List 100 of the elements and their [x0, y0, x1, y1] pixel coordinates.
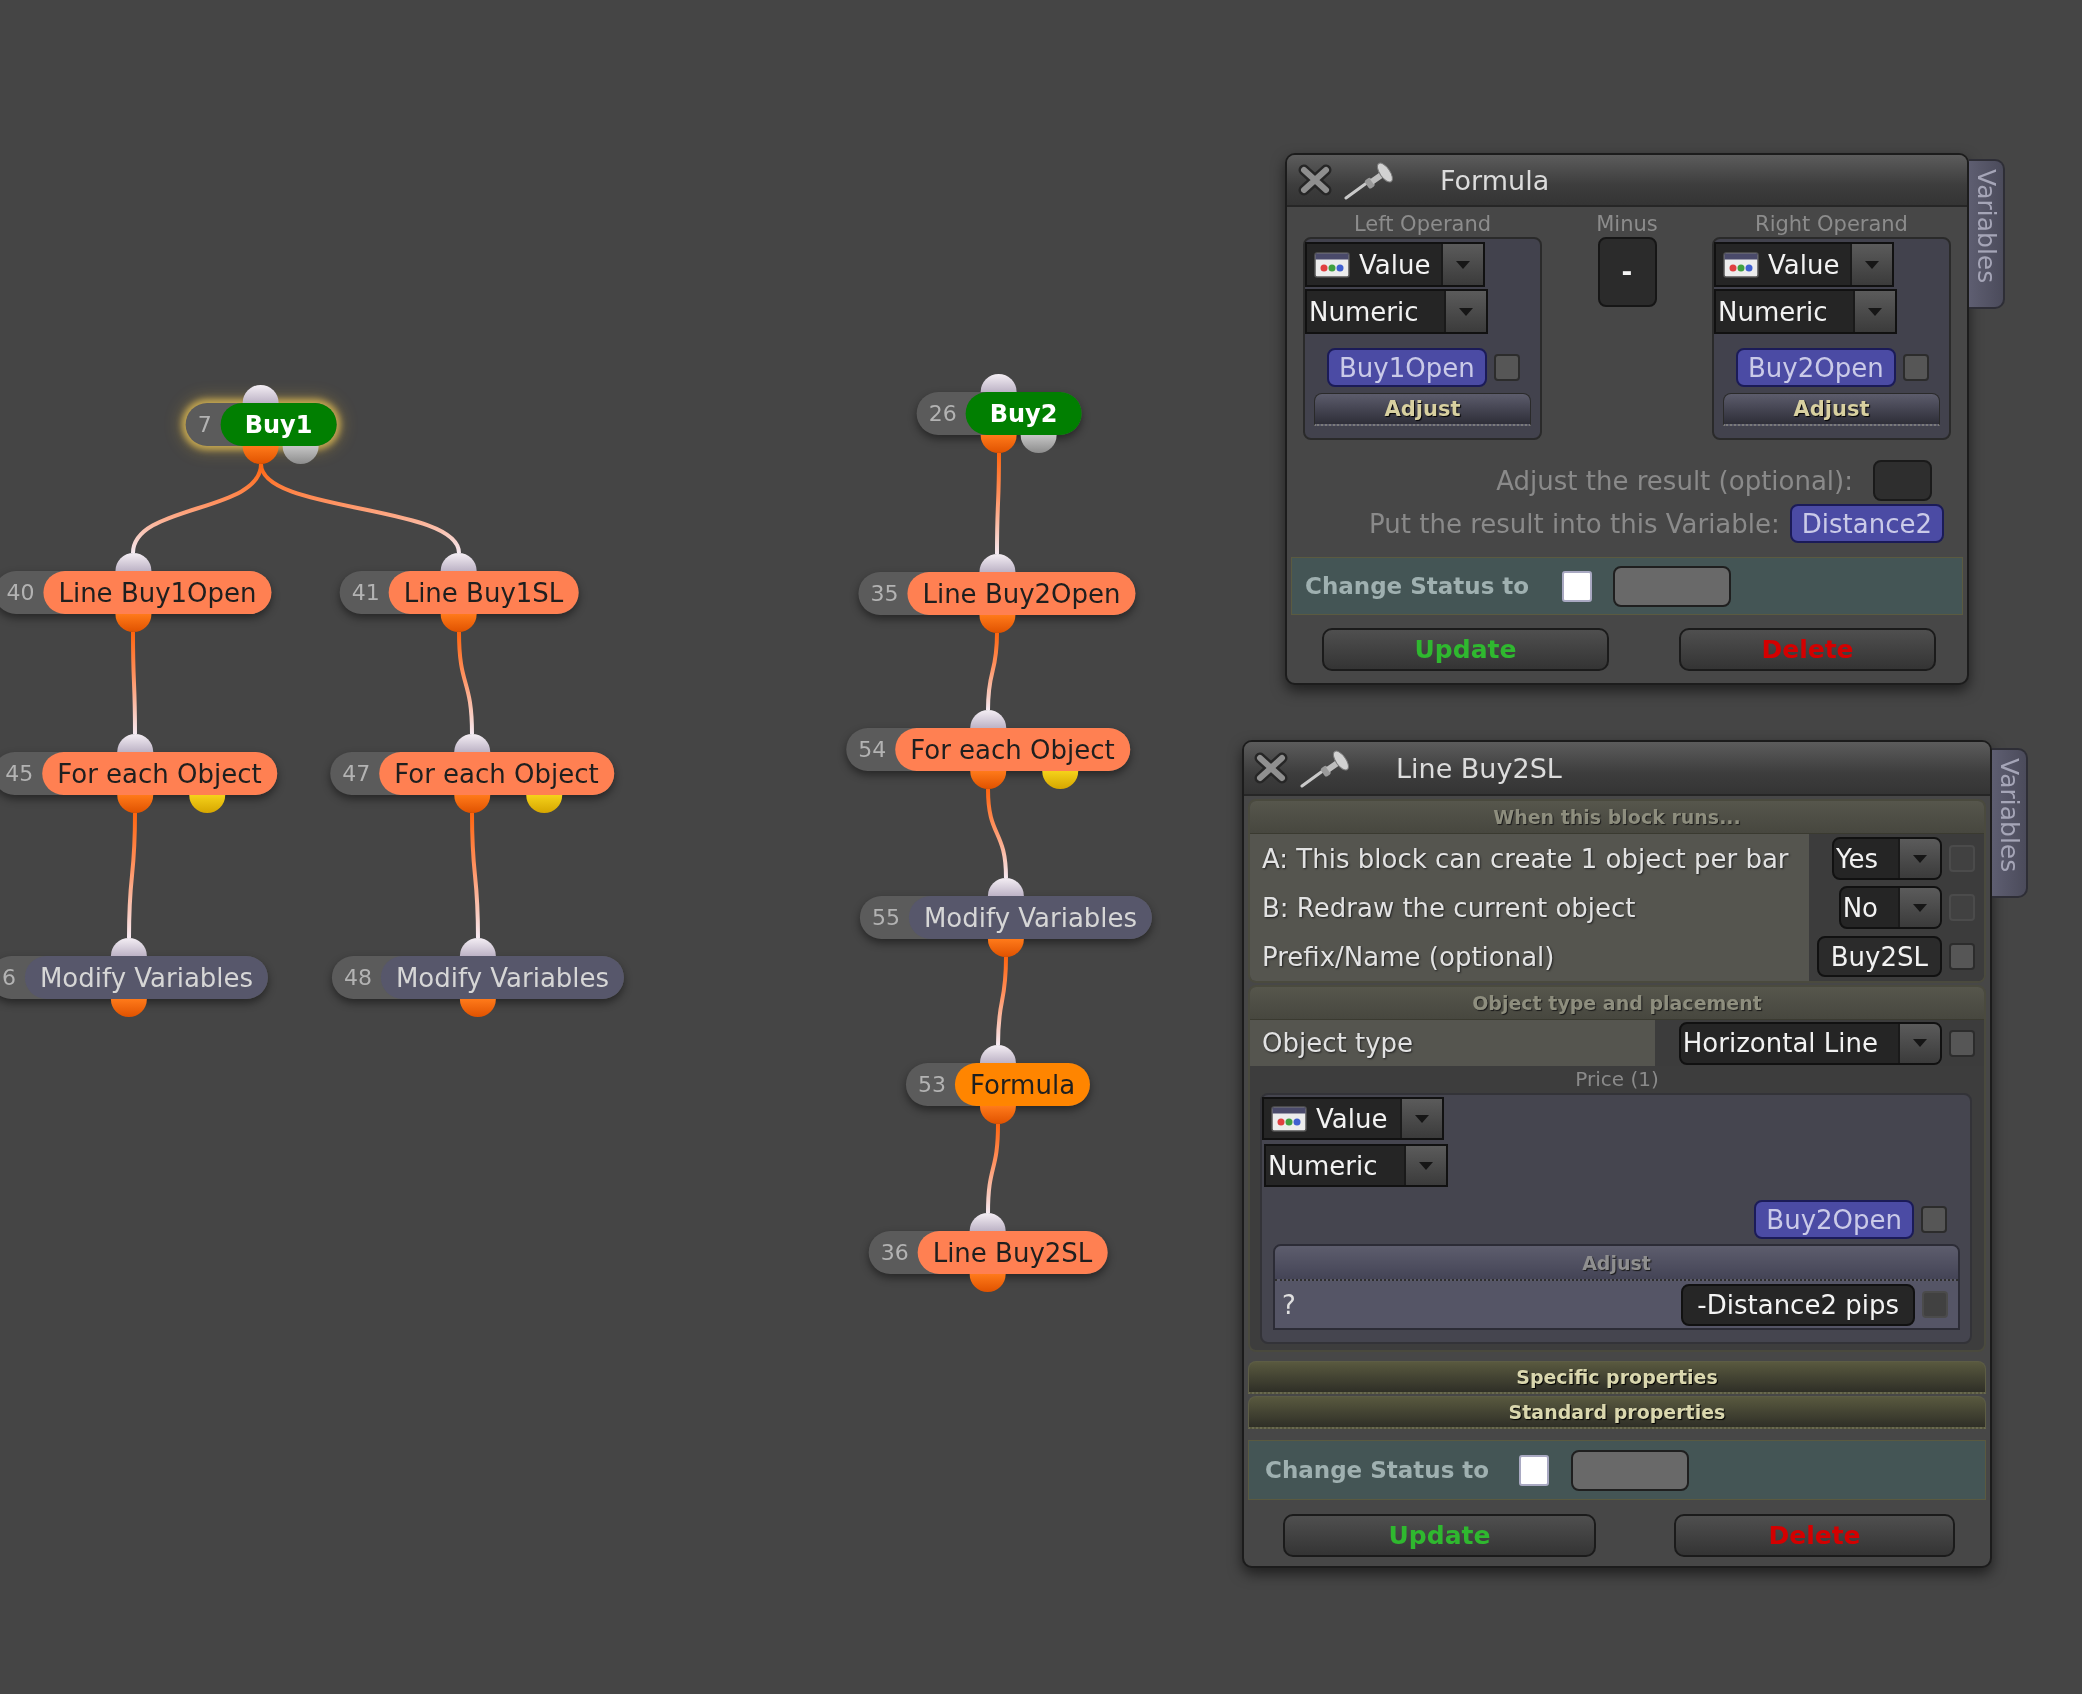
checkbox[interactable] — [1902, 354, 1929, 381]
status-field[interactable] — [1571, 1449, 1690, 1491]
variable-button[interactable]: Distance2 — [1789, 504, 1944, 543]
block-label: Modify Variables — [908, 896, 1153, 939]
block-node[interactable]: 7 Buy1 — [185, 403, 337, 446]
dropdown[interactable]: Value — [1714, 242, 1894, 287]
dropdown[interactable]: Yes — [1832, 837, 1942, 880]
block-label: Line Buy1Open — [43, 571, 272, 614]
variable-button[interactable]: Buy2Open — [1754, 1200, 1914, 1239]
result-variable-label: Put the result into this Variable: — [1369, 508, 1780, 539]
update-button[interactable]: Update — [1283, 1514, 1596, 1557]
input-port-icon[interactable] — [460, 938, 496, 956]
input-port-icon[interactable] — [243, 385, 279, 403]
block-node[interactable]: 45 For each Object — [0, 752, 277, 795]
caret-icon — [1898, 888, 1940, 927]
block-node[interactable]: 36 Line Buy2SL — [868, 1231, 1108, 1274]
dropdown[interactable]: Horizontal Line — [1678, 1021, 1942, 1065]
dropdown[interactable]: No — [1838, 886, 1942, 929]
input-port-icon[interactable] — [117, 734, 153, 752]
output-port-icon[interactable] — [970, 1274, 1006, 1292]
block-label: Line Buy2Open — [907, 572, 1136, 615]
operator-button[interactable]: - — [1597, 237, 1657, 307]
update-button[interactable]: Update — [1322, 628, 1609, 671]
checkbox[interactable] — [1949, 943, 1975, 970]
status-field[interactable] — [1613, 565, 1732, 607]
block-node[interactable]: 6 Modify Variables — [0, 956, 269, 999]
block-label: Modify Variables — [24, 956, 269, 999]
change-status-label: Change Status to — [1265, 1457, 1490, 1483]
output-port-icon[interactable] — [970, 771, 1006, 789]
output-port-icon[interactable] — [117, 795, 153, 813]
block-node[interactable]: 26 Buy2 — [916, 392, 1082, 435]
change-status-label: Change Status to — [1305, 573, 1530, 599]
side-port-icon[interactable] — [1042, 771, 1078, 789]
section-header[interactable]: Specific properties — [1248, 1361, 1986, 1394]
input-port-icon[interactable] — [980, 1045, 1016, 1063]
section-header[interactable]: Standard properties — [1248, 1396, 1986, 1429]
dropdown[interactable]: Numeric — [1305, 289, 1488, 334]
variable-button[interactable]: Buy1Open — [1327, 348, 1487, 387]
adjust-button[interactable]: Adjust — [1314, 393, 1531, 426]
variable-button[interactable]: Buy2Open — [1736, 348, 1896, 387]
input-port-icon[interactable] — [441, 553, 477, 571]
checkbox[interactable] — [1493, 354, 1520, 381]
window-title: Formula — [1440, 164, 1550, 196]
adjust-label: ? — [1282, 1289, 1296, 1320]
side-port-icon[interactable] — [283, 446, 319, 464]
checkbox[interactable] — [1921, 1206, 1947, 1233]
output-port-icon[interactable] — [441, 614, 477, 632]
field-label: Prefix/Name (optional) — [1250, 932, 1809, 981]
block-number: 53 — [916, 1072, 947, 1097]
dropdown[interactable]: Value — [1262, 1097, 1444, 1140]
block-node[interactable]: 40 Line Buy1Open — [0, 571, 272, 614]
output-port-icon[interactable] — [454, 795, 490, 813]
input-port-icon[interactable] — [970, 710, 1006, 728]
block-number: 45 — [4, 761, 35, 786]
output-port-icon[interactable] — [980, 1106, 1016, 1124]
block-label: For each Object — [379, 752, 614, 795]
text-field[interactable]: Buy2SL — [1816, 936, 1942, 977]
output-port-icon[interactable] — [981, 435, 1017, 453]
dropdown[interactable]: Numeric — [1264, 1144, 1448, 1187]
input-port-icon[interactable] — [988, 878, 1024, 896]
block-node[interactable]: 54 For each Object — [846, 728, 1130, 771]
dropdown[interactable]: Numeric — [1714, 289, 1897, 334]
block-label: Formula — [954, 1063, 1091, 1106]
dropdown[interactable]: Value — [1305, 242, 1485, 287]
close-icon[interactable] — [1254, 752, 1288, 784]
input-port-icon[interactable] — [111, 938, 147, 956]
value-field[interactable]: -Distance2 pips — [1681, 1283, 1915, 1326]
block-node[interactable]: 35 Line Buy2Open — [858, 572, 1136, 615]
block-label: Buy1 — [220, 403, 337, 446]
block-node[interactable]: 53 Formula — [905, 1063, 1091, 1106]
input-port-icon[interactable] — [115, 553, 151, 571]
block-node[interactable]: 55 Modify Variables — [859, 896, 1153, 939]
window-icon — [1314, 251, 1350, 278]
checkbox[interactable] — [1562, 570, 1593, 602]
block-node[interactable]: 47 For each Object — [330, 752, 614, 795]
side-port-icon[interactable] — [526, 795, 562, 813]
checkbox[interactable] — [1519, 1454, 1550, 1486]
checkbox[interactable] — [1949, 1029, 1975, 1057]
input-field[interactable] — [1873, 460, 1932, 501]
caret-icon — [1898, 1023, 1940, 1063]
input-port-icon[interactable] — [454, 734, 490, 752]
side-port-icon[interactable] — [1021, 435, 1057, 453]
window-icon — [1271, 1105, 1307, 1132]
output-port-icon[interactable] — [243, 446, 279, 464]
output-port-icon[interactable] — [115, 614, 151, 632]
input-port-icon[interactable] — [979, 554, 1015, 572]
input-port-icon[interactable] — [981, 374, 1017, 392]
output-port-icon[interactable] — [988, 939, 1024, 957]
output-port-icon[interactable] — [979, 615, 1015, 633]
input-port-icon[interactable] — [970, 1213, 1006, 1231]
field-label: B: Redraw the current object — [1250, 883, 1809, 932]
output-port-icon[interactable] — [460, 999, 496, 1017]
block-node[interactable]: 48 Modify Variables — [331, 956, 625, 999]
caret-icon — [1444, 291, 1486, 332]
block-number: 26 — [927, 401, 958, 426]
block-node[interactable]: 41 Line Buy1SL — [339, 571, 579, 614]
side-port-icon[interactable] — [189, 795, 225, 813]
output-port-icon[interactable] — [111, 999, 147, 1017]
close-icon[interactable] — [1298, 164, 1332, 196]
adjust-button[interactable]: Adjust — [1723, 393, 1940, 426]
